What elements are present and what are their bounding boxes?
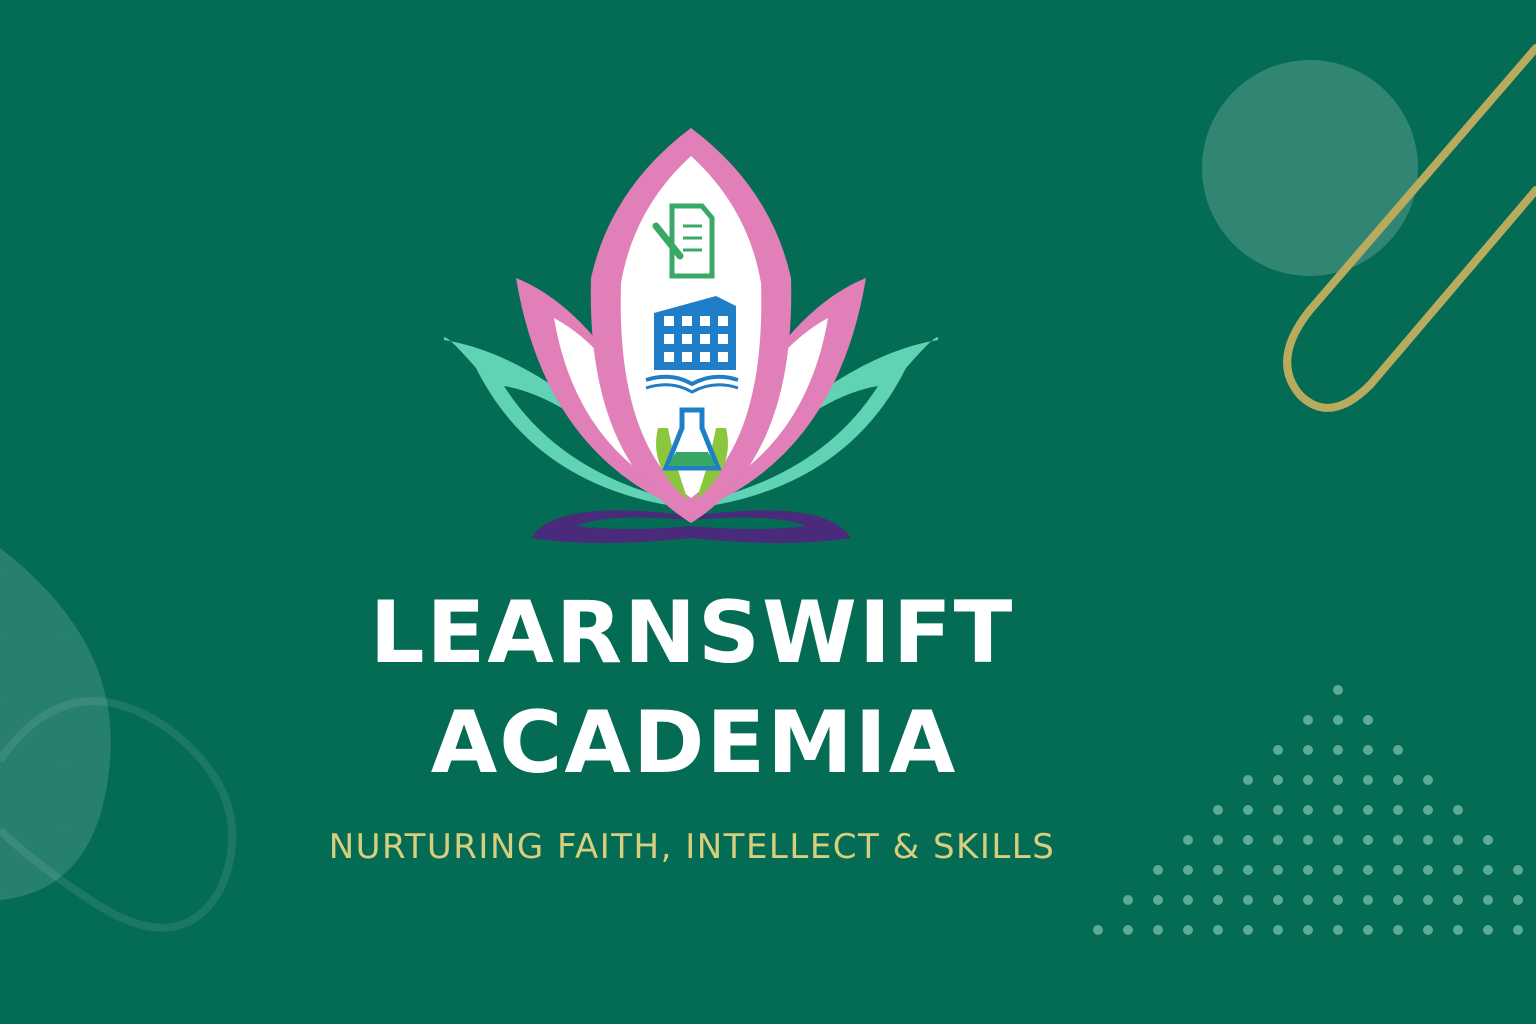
decorative-dot [1453,925,1463,935]
decorative-dot [1483,895,1493,905]
decorative-dot [1213,805,1223,815]
decorative-dot [1273,925,1283,935]
lotus-logo [436,128,946,548]
academy-name-line1: LEARNSWIFT [369,583,1015,683]
decorative-dot [1483,865,1493,875]
decorative-dot [1333,925,1343,935]
decorative-dot [1423,895,1433,905]
decorative-dot [1273,895,1283,905]
decorative-dot [1303,895,1313,905]
decorative-dot [1183,865,1193,875]
academy-name-line2: ACADEMIA [430,693,958,793]
decorative-dot [1483,925,1493,935]
decorative-dot [1393,865,1403,875]
decorative-dot [1303,925,1313,935]
tagline: NURTURING FAITH, INTELLECT & SKILLS [328,827,1056,867]
decorative-dot [1363,865,1373,875]
decorative-dot [1153,895,1163,905]
decorative-dot [1333,805,1343,815]
decorative-dot [1333,865,1343,875]
decorative-dot [1393,805,1403,815]
decorative-dot [1393,895,1403,905]
decorative-dot [1123,895,1133,905]
decorative-dot [1423,805,1433,815]
decorative-dot [1183,895,1193,905]
decorative-dot [1123,925,1133,935]
decorative-dot [1513,925,1523,935]
decorative-dot [1453,805,1463,815]
decorative-dot [1483,835,1493,845]
decorative-dot [1183,925,1193,935]
decorative-dot [1213,925,1223,935]
decorative-dot [1363,805,1373,815]
decorative-dot [1153,925,1163,935]
decorative-dot [1363,895,1373,905]
decorative-dot [1243,895,1253,905]
decorative-dot [1243,865,1253,875]
decorative-dot [1453,895,1463,905]
decorative-dot [1333,895,1343,905]
decorative-dot [1243,805,1253,815]
decorative-dot [1243,925,1253,935]
decorative-dot [1273,805,1283,815]
decorative-dot [1303,865,1313,875]
decorative-dot [1423,925,1433,935]
decorative-dot [1153,865,1163,875]
decorative-dot [1423,865,1433,875]
decorative-dot [1273,865,1283,875]
decorative-dot [1363,925,1373,935]
decorative-dot [1453,865,1463,875]
decorative-dot [1513,865,1523,875]
decorative-dot [1333,685,1343,695]
decorative-dot [1303,805,1313,815]
decorative-dot [1213,865,1223,875]
decorative-circle [1202,60,1418,276]
decorative-dot [1093,925,1103,935]
decorative-dot [1393,925,1403,935]
decorative-dot [1513,895,1523,905]
decorative-dot [1213,895,1223,905]
